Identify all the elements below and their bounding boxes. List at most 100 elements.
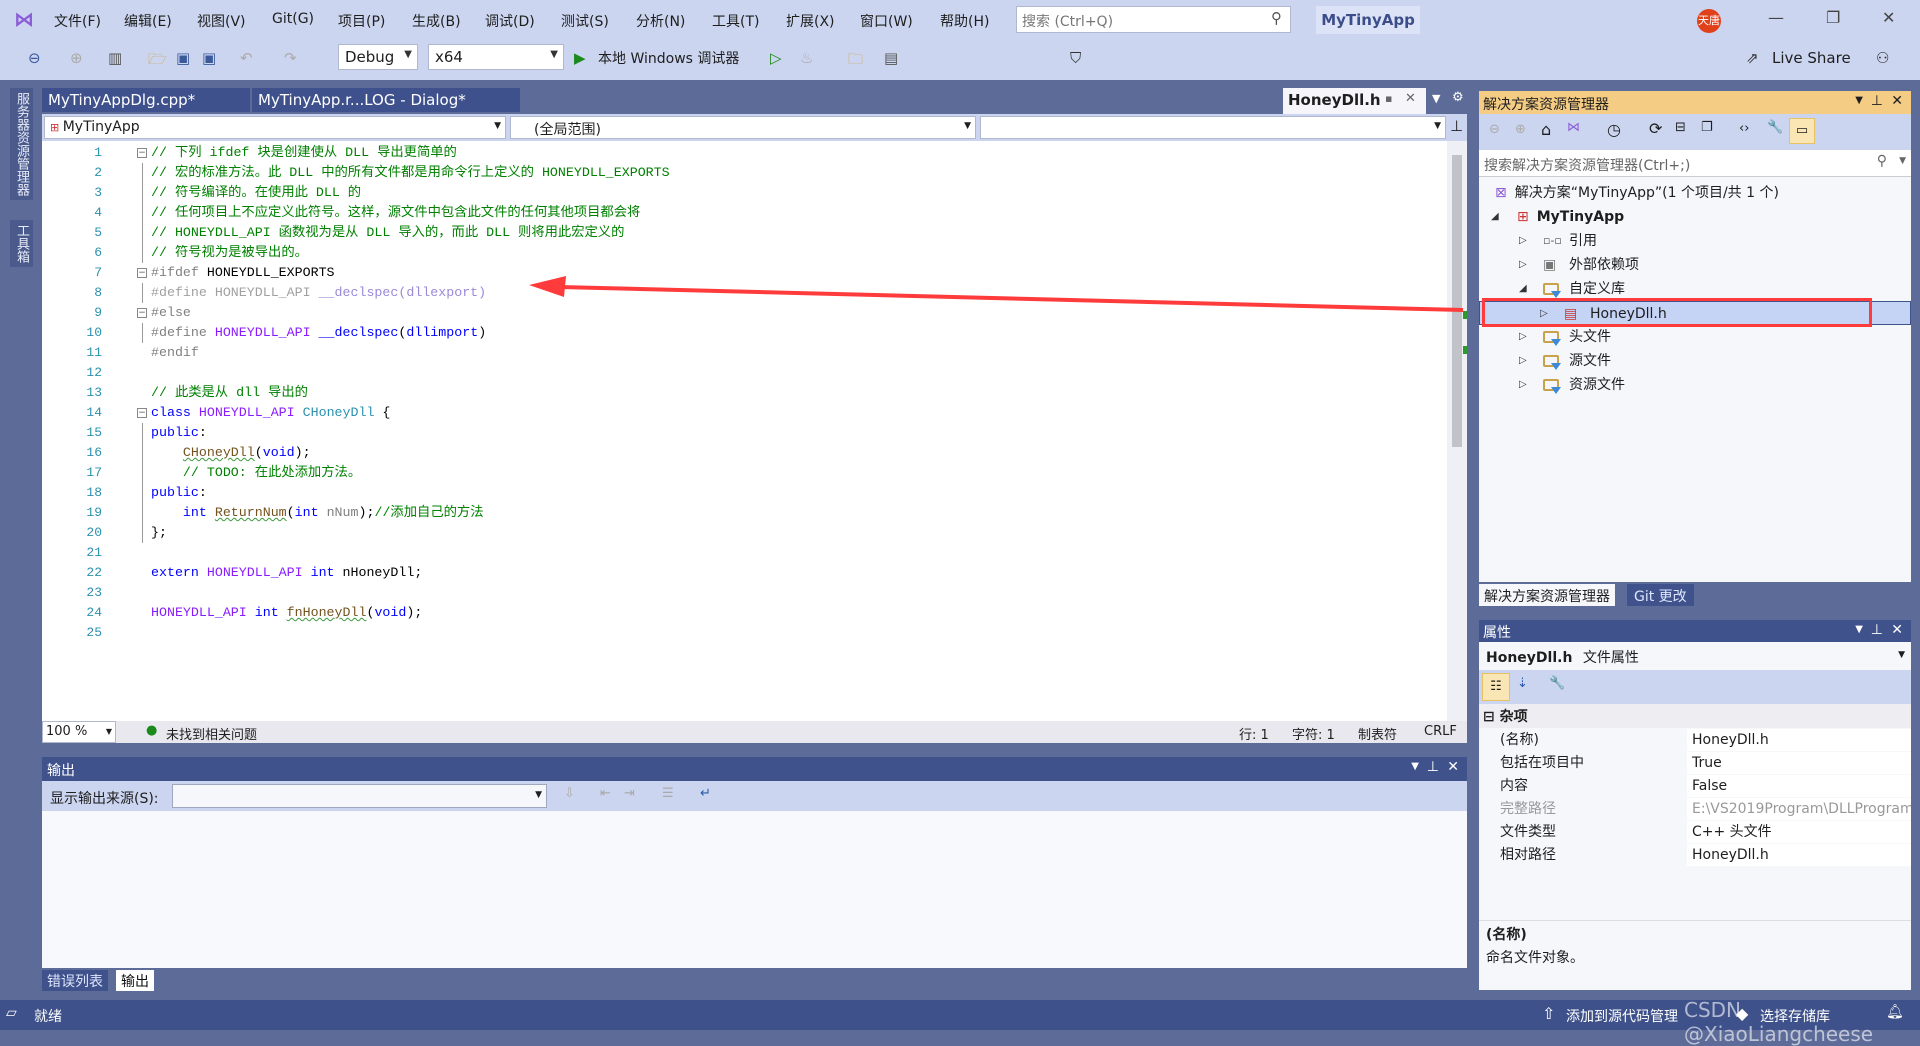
fold-toggle-icon[interactable]: −	[137, 308, 147, 318]
tab-output[interactable]: 输出	[116, 970, 154, 991]
property-value[interactable]: C++ 头文件	[1687, 821, 1911, 843]
property-value[interactable]: True	[1687, 752, 1911, 774]
menu-item[interactable]: 工具(T)	[712, 11, 759, 31]
feedback-icon[interactable]: ⚇	[1876, 49, 1889, 67]
code-line[interactable]: extern HONEYDLL_API int nHoneyDll;	[151, 563, 422, 583]
fold-toggle-icon[interactable]: −	[137, 408, 147, 418]
property-row[interactable]: 相对路径 HoneyDll.h	[1479, 844, 1911, 867]
split-icon[interactable]: ⊥	[1450, 117, 1463, 135]
pin-icon[interactable]: ⊥	[1871, 93, 1883, 109]
menu-item[interactable]: Git(G)	[272, 11, 314, 27]
save-icon[interactable]: ▣	[176, 49, 190, 67]
property-row[interactable]: (名称) HoneyDll.h	[1479, 729, 1911, 752]
menu-item[interactable]: 项目(P)	[338, 11, 385, 31]
collapse-icon[interactable]: ⊟	[1483, 709, 1495, 725]
code-line[interactable]: #define HONEYDLL_API __declspec(dllexpor…	[151, 283, 486, 303]
property-row[interactable]: 文件类型 C++ 头文件	[1479, 821, 1911, 844]
avatar[interactable]: 天唐	[1697, 9, 1721, 33]
collapse-all-icon[interactable]: ⊟	[1675, 120, 1686, 135]
output-source-dropdown[interactable]: ▼	[172, 784, 547, 808]
properties-wrench-icon[interactable]: 🔧	[1767, 120, 1783, 135]
menu-item[interactable]: 窗口(W)	[860, 11, 913, 31]
prev-message-icon[interactable]: ⇤	[600, 786, 611, 801]
view-code-icon[interactable]: ‹›	[1739, 121, 1749, 136]
collapsed-arrow-icon[interactable]: ▷	[1519, 325, 1527, 349]
find-in-files-icon[interactable]: 🗀	[848, 49, 863, 74]
code-line[interactable]: };	[151, 523, 167, 543]
scrollbar-thumb[interactable]	[1452, 155, 1462, 447]
collapsed-arrow-icon[interactable]: ▷	[1519, 373, 1527, 397]
menu-item[interactable]: 文件(F)	[54, 11, 101, 31]
menu-item[interactable]: 视图(V)	[197, 11, 246, 31]
char-indicator[interactable]: 字符: 1	[1292, 724, 1335, 743]
dropdown-icon[interactable]: ▼	[1411, 761, 1419, 772]
property-value[interactable]: False	[1687, 775, 1911, 797]
tree-item[interactable]: ▷ 头文件	[1479, 325, 1911, 349]
config-dropdown[interactable]: Debug ▼	[338, 44, 418, 70]
code-line[interactable]: // 下列 ifdef 块是创建使从 DLL 导出更简单的	[151, 143, 457, 163]
scope-dropdown[interactable]: (全局范围) ▼	[510, 116, 976, 139]
back-icon[interactable]: ⊖	[1489, 122, 1500, 137]
code-line[interactable]: class HONEYDLL_API CHoneyDll {	[151, 403, 390, 423]
menu-item[interactable]: 测试(S)	[561, 11, 609, 31]
code-line[interactable]: // TODO: 在此处添加方法。	[151, 463, 361, 483]
next-message-icon[interactable]: ⇥	[624, 786, 635, 801]
property-pages-icon[interactable]: 🔧	[1549, 676, 1565, 691]
tab-honeydll-h[interactable]: HoneyDll.h ▪ ✕	[1283, 88, 1426, 114]
line-indicator[interactable]: 行: 1	[1239, 724, 1269, 743]
collapsed-arrow-icon[interactable]: ▷	[1519, 229, 1527, 253]
live-share-button[interactable]: Live Share	[1772, 49, 1851, 67]
property-value[interactable]: E:\VS2019Program\DLLProgram	[1687, 798, 1911, 820]
code-editor[interactable]: 1−// 下列 ifdef 块是创建使从 DLL 导出更简单的 2// 宏的标准方…	[42, 141, 1447, 721]
pin-icon[interactable]: ⊥	[1427, 759, 1439, 775]
code-line[interactable]: // HONEYDLL_API 函数视为是从 DLL 导入的，而此 DLL 则将…	[151, 223, 624, 243]
sync-icon[interactable]: ⟳	[1649, 119, 1662, 138]
forward-icon[interactable]: ⊕	[70, 49, 83, 67]
code-line[interactable]: #define HONEYDLL_API __declspec(dllimpor…	[151, 323, 486, 343]
tab-git-changes[interactable]: Git 更改	[1627, 584, 1694, 606]
start-without-debug-icon[interactable]: ▷	[770, 49, 782, 67]
bookmark-icon[interactable]: ⛉	[1070, 49, 1081, 67]
close-tab-icon[interactable]: ✕	[1405, 91, 1416, 106]
live-share-icon[interactable]: ⇗	[1746, 49, 1759, 67]
tree-solution[interactable]: ⊠ 解决方案“MyTinyApp”(1 个项目/共 1 个)	[1495, 181, 1779, 205]
open-folder-icon[interactable]: 🗁	[148, 49, 167, 74]
pin-icon[interactable]: ⊥	[1871, 622, 1883, 638]
property-row[interactable]: 完整路径 E:\VS2019Program\DLLProgram	[1479, 798, 1911, 821]
project-dropdown[interactable]: ⊞ MyTinyApp ▼	[44, 116, 506, 139]
eol-indicator[interactable]: CRLF	[1424, 724, 1457, 739]
tab-list-icon[interactable]: ▼	[1432, 92, 1440, 105]
home-icon[interactable]: ⌂	[1541, 120, 1551, 139]
tab-mytinyapp-rc[interactable]: MyTinyApp.r...LOG - Dialog*	[252, 88, 520, 112]
code-line[interactable]: public:	[151, 483, 207, 503]
zoom-dropdown[interactable]: 100 % ▼	[42, 721, 116, 743]
window-layout-icon[interactable]: ▤	[884, 49, 898, 67]
undo-icon[interactable]: ↶	[240, 49, 253, 67]
code-line[interactable]: // 此类是从 dll 导出的	[151, 383, 308, 403]
fold-toggle-icon[interactable]: −	[137, 148, 147, 158]
code-line[interactable]: #ifdef HONEYDLL_EXPORTS	[151, 263, 335, 283]
code-line[interactable]: HONEYDLL_API int fnHoneyDll(void);	[151, 603, 422, 623]
clear-all-icon[interactable]: ☰	[662, 786, 674, 801]
settings-gear-icon[interactable]: ⚙	[1452, 90, 1464, 105]
tab-mytinyappdlg[interactable]: MyTinyAppDlg.cpp*	[42, 88, 250, 112]
category-misc[interactable]: ⊟ 杂项	[1479, 704, 1911, 728]
back-icon[interactable]: ⊖	[28, 49, 41, 67]
forward-icon[interactable]: ⊕	[1515, 122, 1526, 137]
property-value[interactable]: HoneyDll.h	[1687, 844, 1911, 866]
code-line[interactable]: // 符号视为是被导出的。	[151, 243, 308, 263]
close-icon[interactable]: ✕	[1891, 622, 1903, 638]
dropdown-icon[interactable]: ▼	[1855, 95, 1863, 106]
fold-toggle-icon[interactable]: −	[137, 268, 147, 278]
property-row[interactable]: 包括在项目中 True	[1479, 752, 1911, 775]
tree-item[interactable]: ▷ 资源文件	[1479, 373, 1911, 397]
search-input[interactable]: 搜索 (Ctrl+Q) ⚲	[1016, 6, 1291, 33]
code-line[interactable]: int ReturnNum(int nNum);//添加自己的方法	[151, 503, 484, 523]
tab-error-list[interactable]: 错误列表	[42, 970, 108, 991]
switch-views-icon[interactable]: ⋈	[1567, 120, 1580, 135]
restore-button[interactable]: ❐	[1826, 8, 1840, 27]
editor-scrollbar[interactable]	[1447, 141, 1467, 721]
tree-project[interactable]: ◢ ⊞ MyTinyApp	[1491, 205, 1624, 229]
show-all-files-icon[interactable]: ❐	[1701, 120, 1713, 135]
server-explorer-tab[interactable]: 服务器资源管理器	[10, 88, 33, 200]
